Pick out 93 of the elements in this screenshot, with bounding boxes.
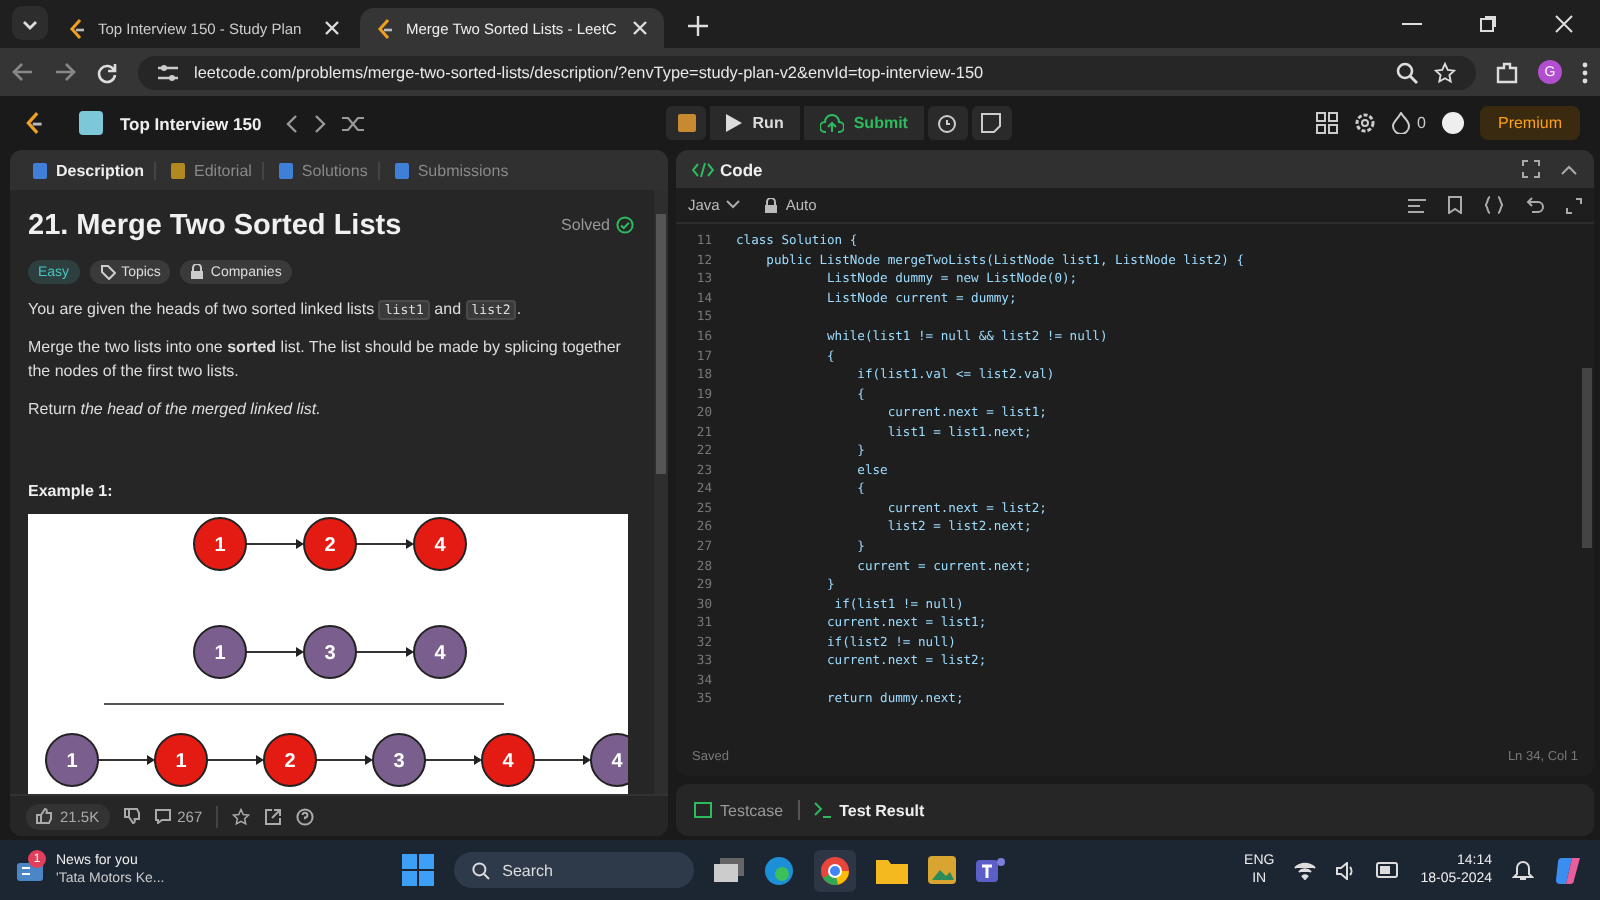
search-icon [472,861,491,879]
problem-statement: Return the head of the merged linked list. [28,398,323,422]
close-icon[interactable] [632,20,648,36]
zoom-icon[interactable] [1396,61,1418,83]
study-plan-title[interactable]: Top Interview 150 [120,113,262,133]
panel-tab[interactable]: Submissions [383,161,519,179]
node-value: 1 [66,751,78,773]
tab-icon [170,161,187,179]
site-settings-icon[interactable] [158,63,178,81]
menu-icon[interactable] [1582,61,1588,83]
forward-icon[interactable] [54,62,76,82]
panel-title: Code [720,159,763,179]
node-value: 3 [393,751,405,773]
photos-icon[interactable] [928,856,957,884]
wifi-icon[interactable] [1294,861,1317,879]
taskbar-search[interactable]: Search [454,852,695,888]
panel-tab[interactable]: Testcase [688,801,790,819]
news-widget-icon[interactable] [16,858,44,882]
tab-icon [277,161,294,179]
check-circle-icon [616,215,634,233]
caret-icon [725,200,740,210]
thumbs-up-icon [36,808,52,824]
code-icon [692,161,714,177]
tag-icon [99,264,116,280]
chrome-icon[interactable] [814,849,857,891]
lock-icon [763,197,778,213]
notifications-icon[interactable] [1512,859,1535,881]
node-value: 1 [175,751,187,773]
scrollbar-thumb[interactable] [656,214,666,474]
problem-statement: Merge the two lists into one sorted list. The list should be made by splicing together the nodes of the first two lists. [28,336,623,384]
cloud-upload-icon [819,113,844,133]
panel-tab[interactable]: Test Result [807,801,931,819]
alarm-clock-icon[interactable] [927,106,968,140]
example-heading: Example 1: [28,482,115,500]
undo-icon[interactable] [1526,196,1544,214]
node-value: 2 [324,535,336,557]
back-icon[interactable] [12,62,34,82]
tab-icon [393,161,410,179]
format-icon[interactable] [1408,197,1426,213]
reload-icon[interactable] [96,61,118,83]
address-bar[interactable]: leetcode.com/problems/merge-two-sorted-lists/description/?envType=study-plan-v2&envId=top-interview-150 [138,55,1476,89]
comment-icon[interactable] [153,808,172,824]
dislike-icon[interactable] [123,808,140,824]
node-value: 4 [434,535,446,557]
node-value: 4 [502,751,514,773]
next-icon[interactable] [313,113,326,133]
previous-icon[interactable] [285,113,298,133]
task-view-icon[interactable] [714,858,745,882]
expand-icon[interactable] [1566,197,1582,213]
problem-title: 21. Merge Two Sorted Lists [28,210,404,242]
copilot-icon[interactable] [1554,855,1585,885]
panel-tab[interactable]: Editorial [160,161,264,179]
panel-tab[interactable]: Description [22,161,157,179]
node-value: 3 [324,643,336,665]
scrollbar-thumb[interactable] [1582,368,1592,548]
folder-icon[interactable] [876,857,909,883]
submit-button[interactable]: Submit [803,106,924,140]
terminal-icon [813,802,832,818]
lock-icon [190,264,205,280]
premium-button[interactable]: Premium [1479,106,1580,140]
fullscreen-icon[interactable] [1522,160,1540,178]
collapse-icon[interactable] [1560,163,1578,175]
bookmark-icon[interactable] [1448,196,1462,214]
panel-tab[interactable]: Solutions [267,161,380,179]
shuffle-icon[interactable] [341,113,364,133]
braces-icon[interactable] [1484,196,1504,214]
new-tab-icon[interactable] [688,16,708,36]
node-value: 4 [611,751,623,773]
node-value: 1 [214,643,226,665]
close-icon[interactable] [324,20,340,36]
teams-icon[interactable] [976,856,1007,884]
node-value: 4 [434,643,446,665]
notes-icon[interactable] [971,106,1012,140]
play-icon [726,114,743,132]
share-icon[interactable] [264,807,283,825]
node-value: 1 [214,535,226,557]
volume-icon[interactable] [1336,861,1357,879]
tab-list-button[interactable] [12,6,48,40]
tab-icon [32,161,48,179]
edge-icon[interactable] [764,855,795,885]
user-avatar[interactable] [1441,112,1464,134]
settings-icon[interactable] [1353,112,1376,134]
extensions-icon[interactable] [1496,61,1518,83]
start-icon[interactable] [402,854,435,886]
checkbox-icon [694,802,712,818]
run-button[interactable]: Run [710,106,800,140]
battery-icon[interactable] [1376,862,1401,878]
star-icon[interactable] [232,807,251,825]
node-value: 2 [284,751,296,773]
help-icon[interactable] [296,807,315,825]
streak-count: 0 [1417,114,1426,132]
solved-status: Solved [561,215,610,233]
layout-icon[interactable] [1315,112,1338,134]
